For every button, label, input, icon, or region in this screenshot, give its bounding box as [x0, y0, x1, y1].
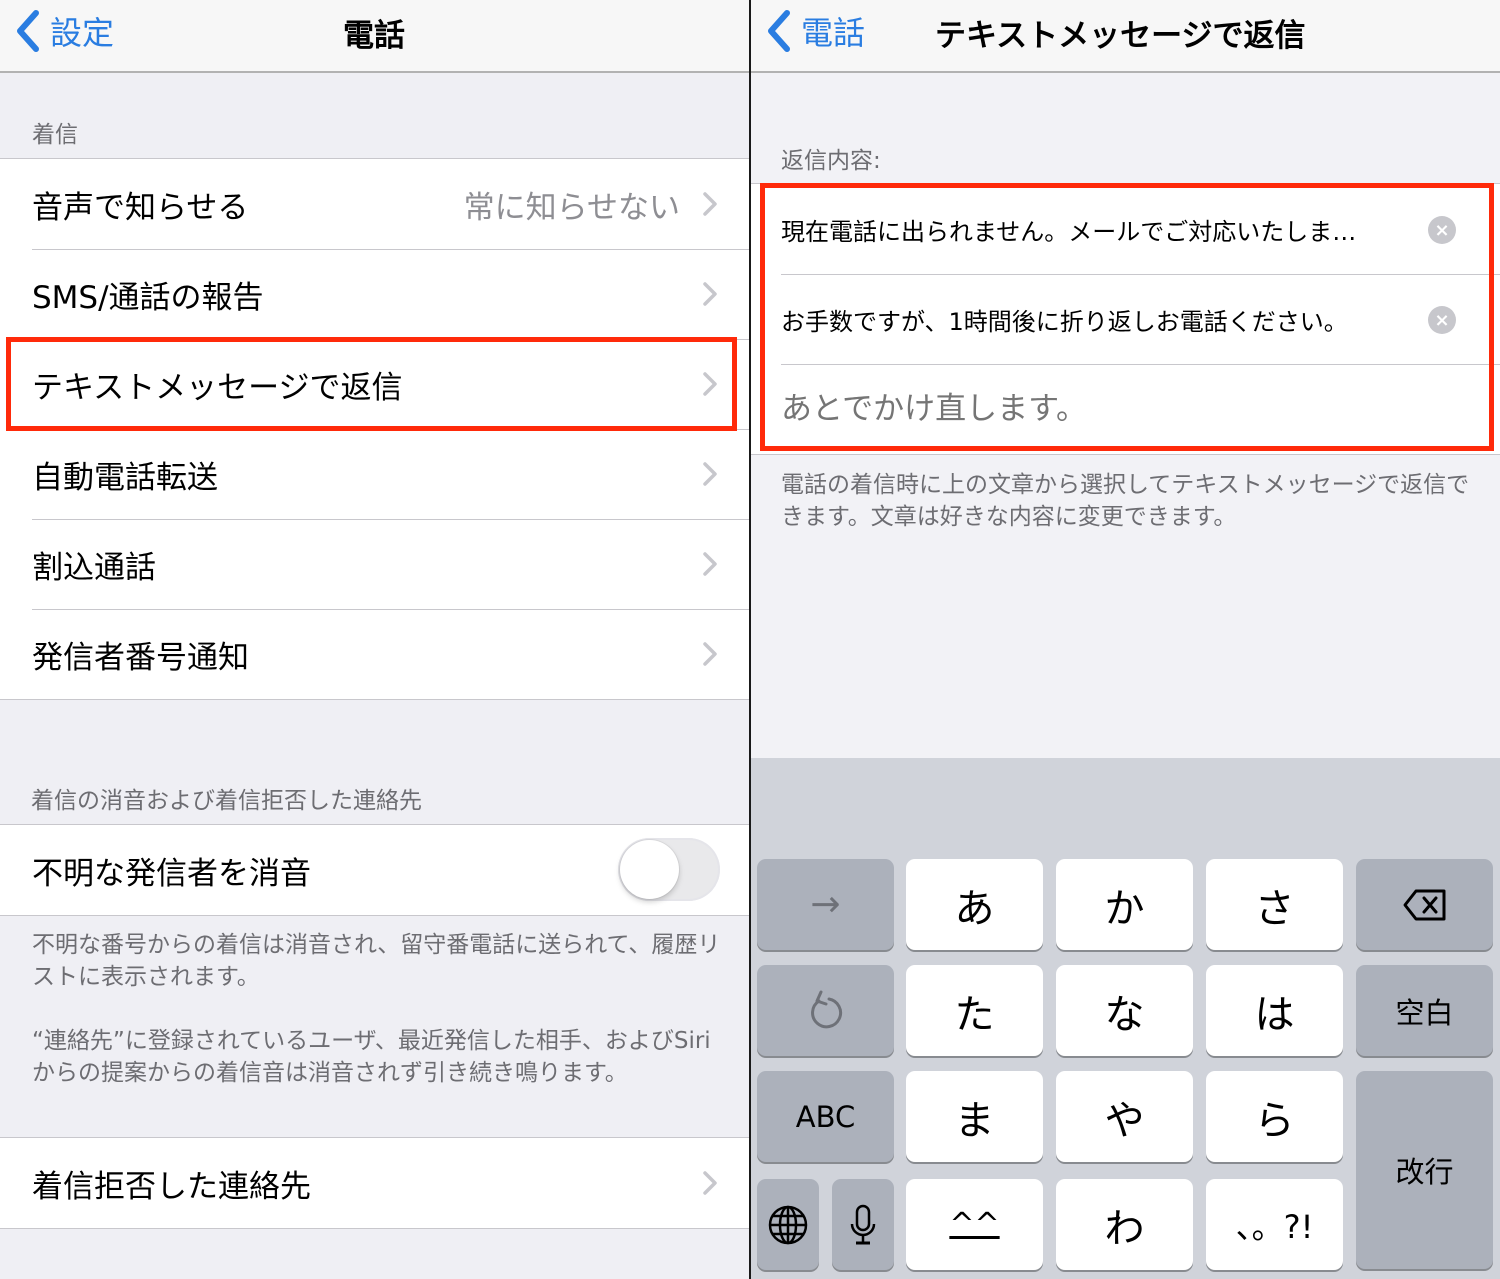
- key-label: わ: [1104, 1205, 1145, 1252]
- reply-row: ×: [751, 184, 1500, 274]
- arrow-right-icon: →: [810, 884, 841, 925]
- row-sms-call-reporting[interactable]: SMS/通話の報告: [0, 249, 750, 339]
- key-label: ^^: [949, 1207, 1000, 1242]
- row-label: 割込通話: [32, 549, 156, 586]
- row-show-caller-id[interactable]: 発信者番号通知: [0, 609, 750, 699]
- row-silence-unknown-callers: 不明な発信者を消音: [0, 825, 750, 915]
- keyboard: → あ か さ た な は 空白 ABC ま や ら 改行 ^^ わ 、。?!: [751, 758, 1500, 1279]
- globe-key[interactable]: [757, 1179, 819, 1270]
- replies-group: × ×: [751, 183, 1500, 455]
- row-value: 常に知らせない: [463, 189, 680, 226]
- row-call-forwarding[interactable]: 自動電話転送: [0, 429, 750, 519]
- back-button[interactable]: 設定: [14, 6, 114, 56]
- section-header-silence: 着信の消音および着信拒否した連絡先: [31, 788, 422, 814]
- page-title: テキストメッセージで返信: [935, 18, 1306, 54]
- row-call-waiting[interactable]: 割込通話: [0, 519, 750, 609]
- next-candidate-key[interactable]: →: [757, 859, 894, 950]
- reply-row: ×: [751, 274, 1500, 364]
- nav-bar: 設定 電話: [0, 0, 750, 73]
- back-button[interactable]: 電話: [765, 6, 865, 56]
- key-sa[interactable]: さ: [1206, 859, 1343, 950]
- row-label: テキストメッセージで返信: [32, 369, 403, 406]
- key-ma[interactable]: ま: [906, 1071, 1043, 1162]
- row-label: SMS/通話の報告: [32, 279, 264, 316]
- undo-icon: [810, 990, 842, 1028]
- section-header-replies: 返信内容:: [781, 148, 881, 174]
- row-label: 着信拒否した連絡先: [32, 1168, 311, 1205]
- undo-key[interactable]: [757, 965, 894, 1056]
- chevron-right-icon: [703, 552, 717, 576]
- row-label: 発信者番号通知: [32, 639, 249, 676]
- key-label: 、。?!: [1235, 1207, 1314, 1246]
- return-key[interactable]: 改行: [1356, 1071, 1493, 1269]
- reply-input-1[interactable]: [781, 215, 1411, 243]
- key-label: 空白: [1395, 995, 1454, 1030]
- backspace-icon: [1403, 889, 1445, 920]
- key-label: や: [1104, 1097, 1145, 1144]
- replies-footer: 電話の着信時に上の文章から選択してテキストメッセージで返信できます。文章は好きな…: [781, 472, 1470, 530]
- chevron-right-icon: [703, 192, 717, 216]
- silence-footer-1: 不明な番号からの着信は消音され、留守番電話に送られて、履歴リストに表示されます。: [32, 932, 721, 990]
- row-blocked-contacts[interactable]: 着信拒否した連絡先: [0, 1138, 750, 1228]
- reply-input-3[interactable]: [781, 391, 1411, 427]
- key-label: 改行: [1395, 1155, 1454, 1189]
- clear-icon[interactable]: ×: [1428, 216, 1456, 244]
- dictation-key[interactable]: [832, 1179, 894, 1270]
- incoming-settings-group: 音声で知らせる 常に知らせない SMS/通話の報告 テキストメッセージで返信 自…: [0, 158, 750, 700]
- key-wa[interactable]: わ: [1056, 1179, 1193, 1270]
- back-label: 設定: [50, 14, 115, 52]
- toggle-knob: [620, 840, 679, 899]
- chevron-left-icon: [17, 10, 39, 52]
- delete-key[interactable]: [1356, 859, 1493, 950]
- clear-icon[interactable]: ×: [1428, 306, 1456, 334]
- key-ya[interactable]: や: [1056, 1071, 1193, 1162]
- row-announce-calls[interactable]: 音声で知らせる 常に知らせない: [0, 159, 750, 249]
- key-a[interactable]: あ: [906, 859, 1043, 950]
- key-emoticon[interactable]: ^^: [906, 1179, 1043, 1270]
- row-respond-with-text[interactable]: テキストメッセージで返信: [0, 339, 750, 429]
- silence-unknown-toggle[interactable]: [618, 838, 720, 901]
- section-header-incoming: 着信: [32, 122, 78, 148]
- chevron-right-icon: [703, 1171, 717, 1195]
- row-label: 音声で知らせる: [32, 189, 249, 226]
- globe-icon: [768, 1205, 808, 1244]
- key-label: は: [1254, 991, 1295, 1038]
- row-label: 自動電話転送: [32, 459, 218, 496]
- key-label: ABC: [795, 1099, 856, 1134]
- chevron-right-icon: [703, 282, 717, 306]
- respond-with-text-panel: 電話 テキストメッセージで返信 返信内容: × × 電話の着信時に上の文章から選…: [751, 0, 1500, 1279]
- key-punctuation[interactable]: 、。?!: [1206, 1179, 1343, 1270]
- key-ta[interactable]: た: [906, 965, 1043, 1056]
- blocked-group: 着信拒否した連絡先: [0, 1137, 750, 1229]
- row-label: 不明な発信者を消音: [32, 855, 311, 892]
- chevron-right-icon: [703, 462, 717, 486]
- nav-bar: 電話 テキストメッセージで返信: [751, 0, 1500, 73]
- microphone-icon: [850, 1204, 876, 1244]
- back-label: 電話: [801, 14, 866, 52]
- reply-row: [751, 364, 1500, 454]
- phone-settings-panel: 設定 電話 着信 音声で知らせる 常に知らせない SMS/通話の報告 テキストメ…: [0, 0, 750, 1279]
- key-label: ま: [954, 1097, 995, 1144]
- key-label: あ: [954, 885, 995, 932]
- space-key[interactable]: 空白: [1356, 965, 1493, 1056]
- key-na[interactable]: な: [1056, 965, 1193, 1056]
- key-label: た: [954, 991, 995, 1038]
- key-label: さ: [1254, 885, 1295, 932]
- abc-key[interactable]: ABC: [757, 1071, 894, 1162]
- chevron-right-icon: [703, 372, 717, 396]
- key-ka[interactable]: か: [1056, 859, 1193, 950]
- key-ha[interactable]: は: [1206, 965, 1343, 1056]
- key-label: な: [1104, 991, 1145, 1038]
- page-title: 電話: [343, 18, 405, 54]
- silence-footer-2: “連絡先”に登録されているユーザ、最近発信した相手、およびSiriからの提案から…: [32, 1028, 711, 1086]
- reply-input-2[interactable]: [781, 305, 1411, 333]
- key-ra[interactable]: ら: [1206, 1071, 1343, 1162]
- key-label: ら: [1254, 1097, 1295, 1144]
- chevron-right-icon: [703, 642, 717, 666]
- key-label: か: [1104, 885, 1145, 932]
- chevron-left-icon: [768, 10, 790, 52]
- silence-group: 不明な発信者を消音: [0, 824, 750, 916]
